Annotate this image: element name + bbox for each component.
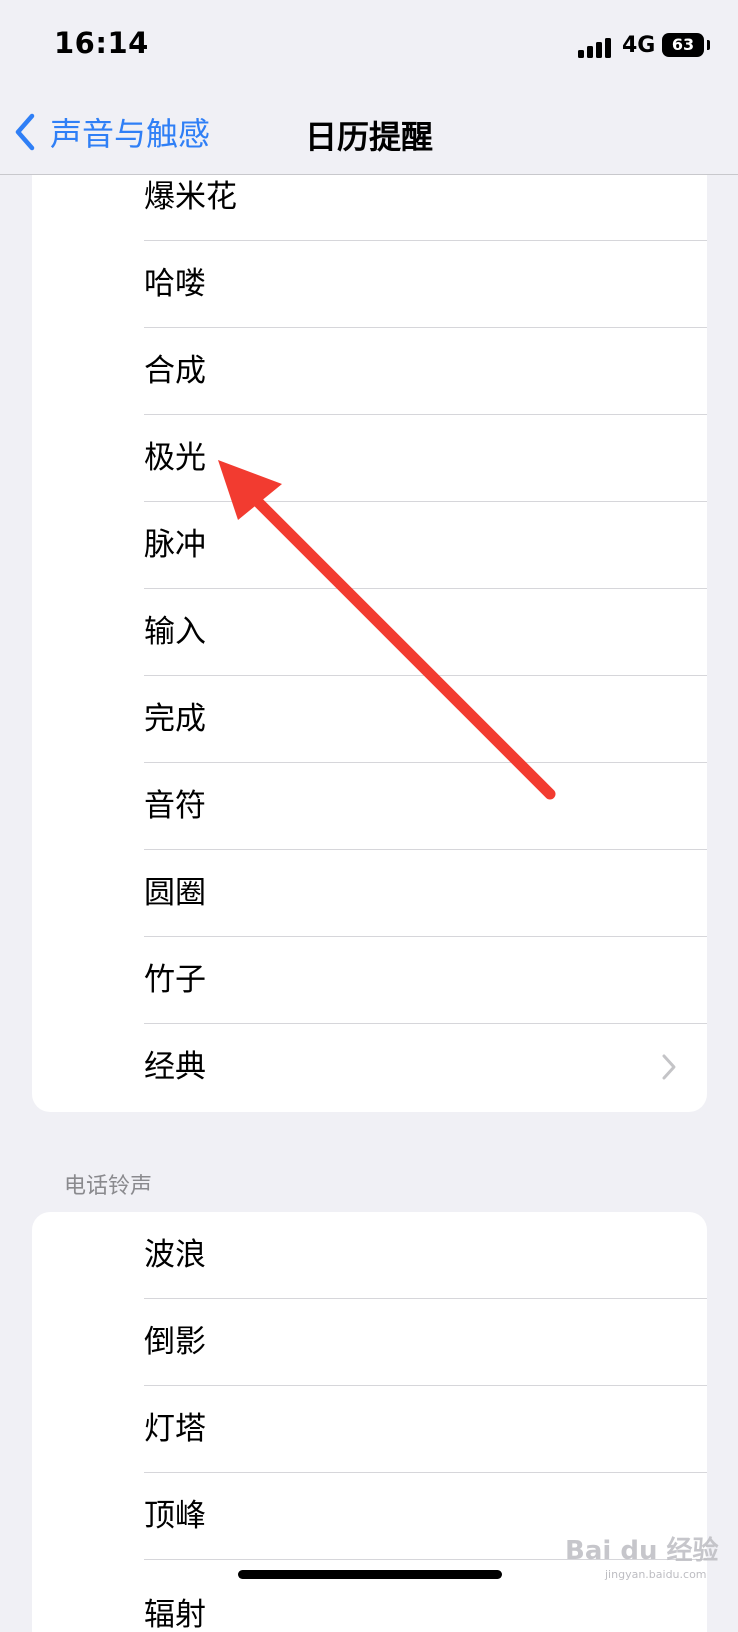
list-item-label: 顶峰: [144, 1498, 206, 1534]
list-item[interactable]: 哈喽: [32, 241, 707, 328]
list-item-label: 哈喽: [144, 266, 206, 302]
list-item-label: 音符: [144, 788, 206, 824]
list-item-classic[interactable]: 经典: [32, 1024, 707, 1111]
cellular-signal-icon: [578, 36, 614, 58]
chevron-right-icon: [662, 1054, 676, 1080]
list-item-label: 倒影: [144, 1324, 206, 1360]
status-bar: 16:14 4G 63: [0, 0, 738, 92]
network-type: 4G: [622, 33, 656, 58]
page-title-text: 日历提醒: [304, 118, 433, 156]
battery-tip: [707, 40, 710, 50]
list-item[interactable]: 倒影: [32, 1299, 707, 1386]
baidu-watermark-url: jingyan.baidu.com: [605, 1568, 707, 1581]
baidu-watermark-logo: Bai du 经验: [565, 1536, 719, 1566]
home-indicator[interactable]: [238, 1570, 502, 1579]
list-item-label: 脉冲: [144, 527, 206, 563]
section-header-ringtones: 电话铃声: [64, 1174, 153, 1199]
list-item-label: 合成: [144, 353, 206, 389]
list-item[interactable]: 灯塔: [32, 1386, 707, 1473]
page-title: 日历提醒: [0, 112, 738, 158]
battery-icon: 63: [662, 33, 704, 57]
list-item-label: 输入: [144, 614, 206, 650]
list-item-label: 完成: [144, 701, 206, 737]
annotation-arrow-icon: [218, 460, 556, 800]
list-item[interactable]: 竹子: [32, 937, 707, 1024]
list-item-label: 竹子: [144, 962, 206, 998]
list-item-label: 极光: [144, 440, 206, 476]
list-item[interactable]: 圆圈: [32, 850, 707, 937]
list-item-label: 圆圈: [144, 875, 206, 911]
navigation-bar: 声音与触感 日历提醒: [0, 92, 738, 175]
list-item[interactable]: 合成: [32, 328, 707, 415]
list-item-label: 灯塔: [144, 1411, 206, 1447]
list-item[interactable]: 波浪: [32, 1212, 707, 1299]
list-item-label: 波浪: [144, 1237, 206, 1273]
list-item-label: 辐射: [144, 1597, 206, 1632]
status-time: 16:14: [54, 26, 149, 60]
list-item-label: 经典: [144, 1049, 206, 1085]
